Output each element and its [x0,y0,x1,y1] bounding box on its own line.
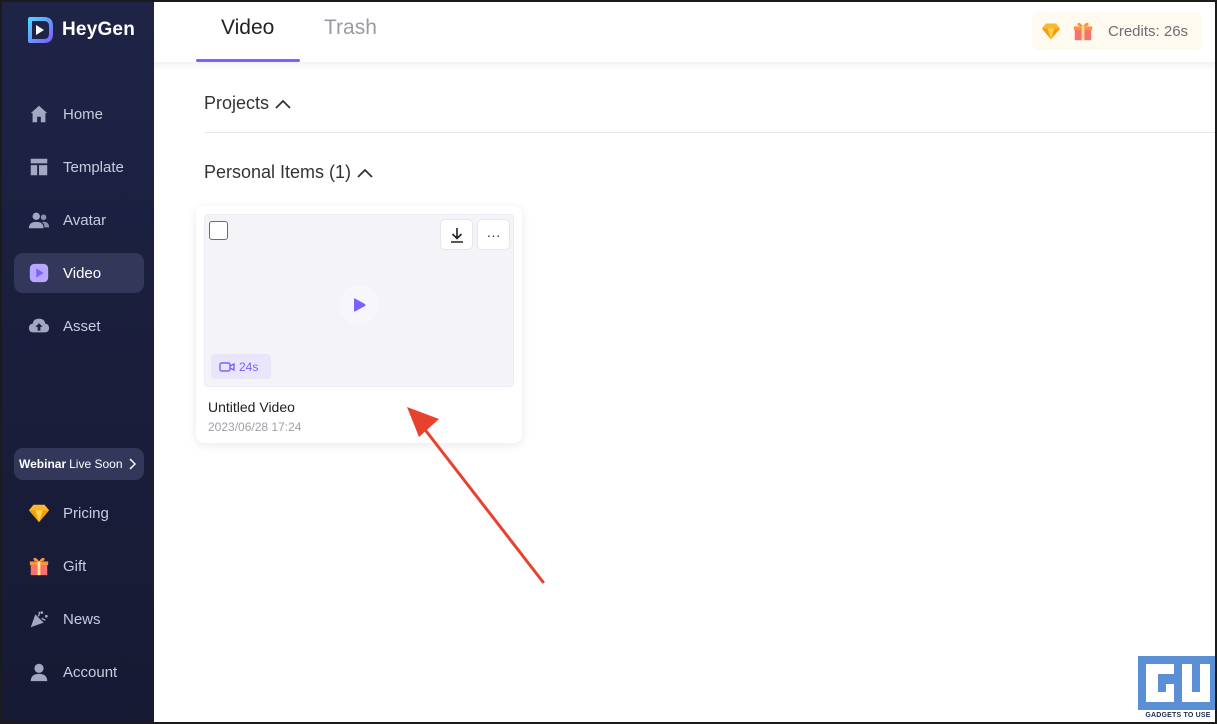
gadgets-to-use-logo-icon [1138,656,1215,710]
projects-section-title: Projects [204,93,270,113]
personal-items-section-title: Personal Items (1) [204,162,352,182]
video-play-icon [27,261,51,285]
video-title[interactable]: Untitled Video [208,399,295,415]
diamond-icon[interactable] [1040,20,1062,42]
video-date: 2023/06/28 17:24 [208,420,302,434]
template-icon [27,155,51,179]
sidebar-item-news[interactable]: News [14,599,144,639]
party-popper-icon [27,607,51,631]
gift-icon [27,554,51,578]
credits-text: Credits: 26s [1108,22,1189,40]
gift-icon[interactable] [1072,20,1094,42]
credits-bar: Credits: 26s [1032,12,1202,50]
tab-trash[interactable]: Trash [324,16,377,48]
watermark-text: GADGETS TO USE [1138,710,1215,722]
play-button[interactable] [339,285,379,325]
sidebar-item-label: Home [63,105,104,123]
duration-badge: 24s [211,354,271,379]
sidebar: HeyGen Home Template Avatar Video Asset … [2,2,154,722]
diamond-icon [27,501,51,525]
sidebar-item-avatar[interactable]: Avatar [14,200,144,240]
sidebar-item-label: Avatar [63,211,107,229]
video-camera-icon [219,361,235,372]
sidebar-item-label: News [63,610,101,628]
download-button[interactable] [440,219,473,250]
annotation-arrow [407,407,545,584]
sidebar-item-template[interactable]: Template [14,147,144,187]
more-options-button[interactable]: ··· [477,219,510,250]
avatar-icon [27,208,51,232]
sidebar-item-pricing[interactable]: Pricing [14,493,144,533]
sidebar-item-video[interactable]: Video [14,253,144,293]
select-checkbox[interactable] [209,221,228,240]
sidebar-item-label: Pricing [63,504,109,522]
projects-section-toggle[interactable]: Projects [204,93,291,114]
sidebar-item-label: Account [63,663,118,681]
section-divider [205,132,1215,133]
more-icon: ··· [486,226,501,243]
sidebar-item-label: Asset [63,317,101,335]
topbar-shadow [154,62,1215,70]
tab-video[interactable]: Video [221,16,274,48]
logo[interactable]: HeyGen [24,14,135,46]
account-icon [27,660,51,684]
download-icon [450,227,463,243]
sidebar-item-label: Video [63,264,102,282]
sidebar-item-home[interactable]: Home [14,94,144,134]
webinar-label: Live Soon [69,457,123,471]
sidebar-item-asset[interactable]: Asset [14,306,144,346]
sidebar-item-account[interactable]: Account [14,652,144,692]
heygen-logo-icon [28,17,53,43]
chevron-up-icon [357,168,373,178]
sidebar-item-label: Gift [63,557,87,575]
home-icon [27,102,51,126]
duration-text: 24s [239,359,259,374]
sidebar-item-label: Template [63,158,124,176]
webinar-button[interactable]: Webinar Live Soon [14,448,144,480]
app-window: HeyGen Home Template Avatar Video Asset … [0,0,1217,724]
play-icon [354,298,366,312]
chevron-up-icon [275,99,291,109]
chevron-right-icon [128,458,136,470]
cloud-upload-icon [27,314,51,338]
watermark-logo: GADGETS TO USE [1138,656,1215,722]
app-name: HeyGen [62,19,136,40]
sidebar-item-gift[interactable]: Gift [14,546,144,586]
webinar-label-strong: Webinar [19,457,67,471]
personal-items-section-toggle[interactable]: Personal Items (1) [204,162,373,183]
video-thumbnail[interactable]: ··· 24s [204,214,514,387]
